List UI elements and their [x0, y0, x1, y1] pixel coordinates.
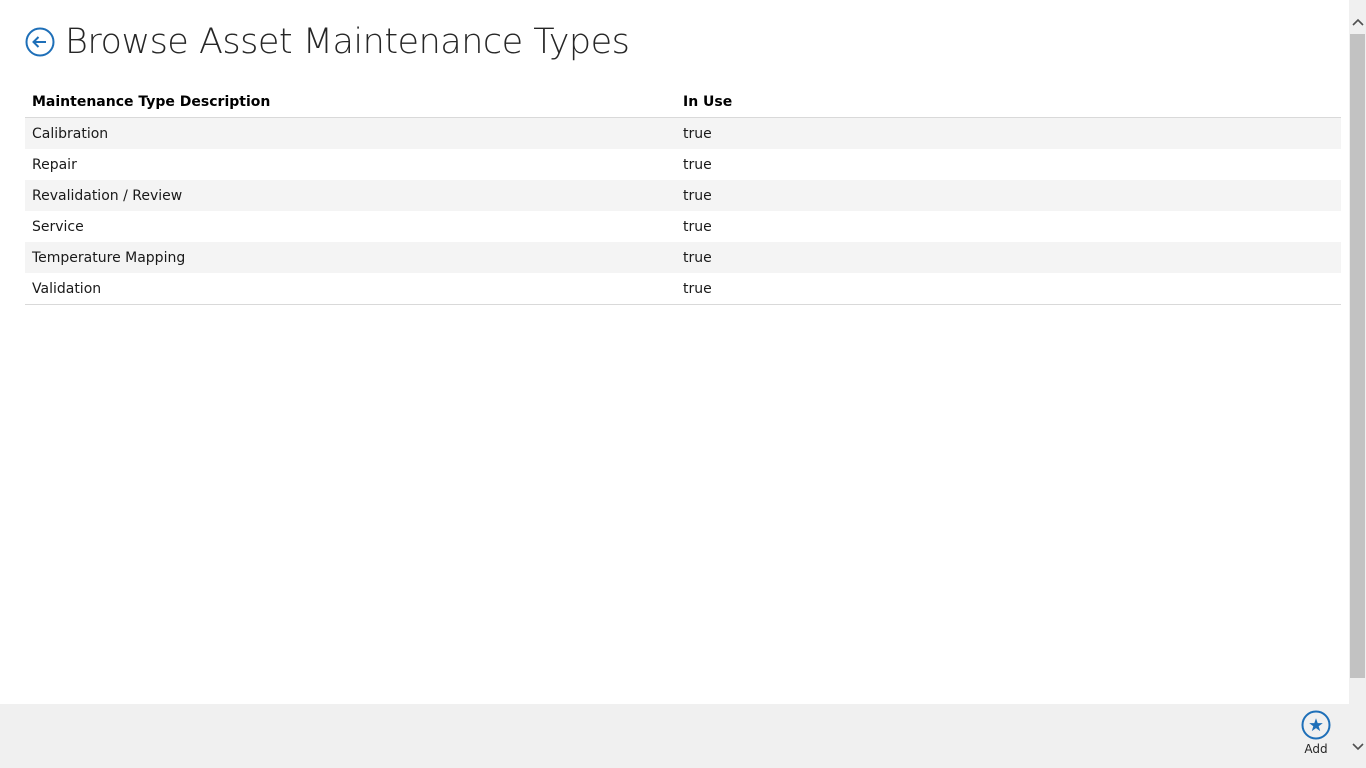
add-button[interactable]: Add [1296, 710, 1336, 764]
table-row[interactable]: Calibration true [25, 118, 1341, 149]
row-in-use: true [683, 125, 712, 142]
column-header-in-use[interactable]: In Use [676, 94, 1334, 110]
chevron-down-icon [1351, 742, 1364, 750]
page-title: Browse Asset Maintenance Types [65, 22, 630, 62]
row-description: Service [32, 218, 84, 235]
page-header: Browse Asset Maintenance Types [25, 20, 630, 64]
row-in-use: true [683, 249, 712, 266]
grid-header: Maintenance Type Description In Use [25, 87, 1341, 118]
column-header-description[interactable]: Maintenance Type Description [25, 94, 676, 110]
chevron-up-icon [1351, 18, 1364, 26]
app-bar: Add [0, 704, 1349, 768]
table-row[interactable]: Temperature Mapping true [25, 242, 1341, 273]
table-row[interactable]: Revalidation / Review true [25, 180, 1341, 211]
add-button-label: Add [1304, 742, 1328, 756]
back-button[interactable] [25, 27, 55, 57]
row-description: Repair [32, 156, 77, 173]
page: Browse Asset Maintenance Types Maintenan… [0, 0, 1366, 768]
scroll-down-button[interactable] [1349, 738, 1366, 755]
table-row[interactable]: Validation true [25, 273, 1341, 305]
scroll-up-button[interactable] [1349, 13, 1366, 30]
row-description: Revalidation / Review [32, 187, 183, 204]
row-in-use: true [683, 187, 712, 204]
row-in-use: true [683, 156, 712, 173]
back-arrow-icon [32, 36, 46, 48]
row-in-use: true [683, 280, 712, 297]
star-icon [1301, 710, 1331, 740]
row-in-use: true [683, 218, 712, 235]
table-row[interactable]: Service true [25, 211, 1341, 242]
row-description: Validation [32, 280, 102, 297]
scrollbar-thumb[interactable] [1350, 34, 1365, 678]
vertical-scrollbar[interactable] [1349, 0, 1366, 768]
row-description: Temperature Mapping [32, 249, 186, 266]
maintenance-types-grid: Maintenance Type Description In Use Cali… [25, 87, 1341, 305]
table-row[interactable]: Repair true [25, 149, 1341, 180]
row-description: Calibration [32, 125, 109, 142]
